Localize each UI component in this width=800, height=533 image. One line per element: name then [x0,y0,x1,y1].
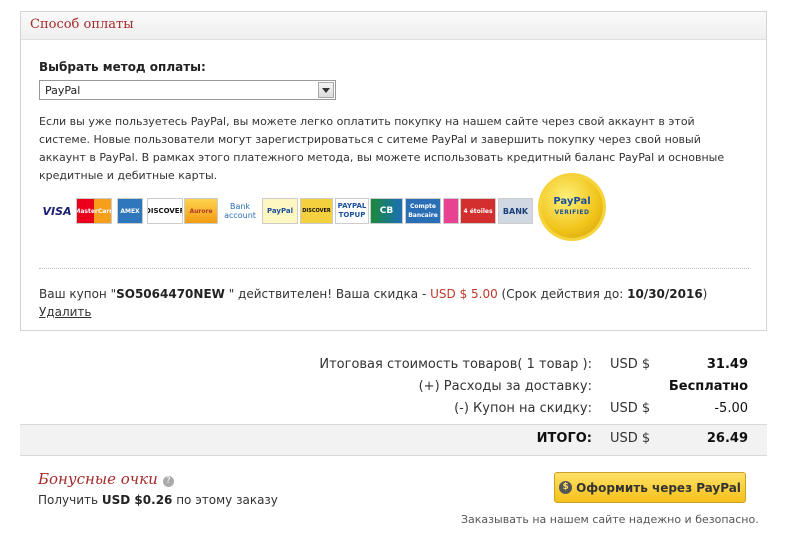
coupon-expiry-prefix: (Срок действия до: [497,287,628,301]
coupon-expiry: 10/30/2016 [627,287,703,301]
paypal-verified-seal: PayPal VERIFIED [541,176,603,238]
shipping-value: Бесплатно [668,379,748,394]
coupon-middle: " действителен! Ваша скидка - [224,287,431,301]
selected-method: PayPal [45,84,81,97]
amex-logo: AMEX [117,198,143,224]
subtotal-label: Итоговая стоимость товаров( 1 товар ): [319,357,592,372]
subtotal-value: 31.49 [706,357,748,372]
compte-bancaire-logo: Compte Bancaire [405,198,441,224]
total-currency: USD $ [610,431,651,446]
method-label: Выбрать метод оплаты: [39,60,206,74]
checkout-button-label: Оформить через PayPal [576,480,741,495]
4-etoiles-logo: 4 étoiles [460,198,496,224]
total-bar [20,424,767,456]
coupon-code: SO5064470NEW [116,287,225,301]
subtotal-currency: USD $ [610,357,651,372]
payment-method-select[interactable]: PayPal [39,80,336,100]
cb-logo: CB [370,198,403,224]
coupon-expiry-suffix: ) [702,287,708,301]
panel-header: Способ оплаты [21,12,766,40]
panel-title: Способ оплаты [30,17,134,32]
help-icon[interactable]: ? [162,476,174,487]
coupon-prefix: Ваш купон " [39,287,117,301]
paypal-topup-logo: PAYPAL TOPUP [335,198,369,224]
shipping-label: (+) Расходы за доставку: [418,379,592,394]
coupon-discount: USD $ 5.00 [430,287,498,301]
total-value: 26.49 [706,431,748,446]
payment-method-panel: Способ оплаты Выбрать метод оплаты: PayP… [20,11,767,331]
chevron-down-icon[interactable] [318,82,334,98]
discover-card-logo: DISCOVER [300,198,333,224]
discover-logo: DISCOVER [147,198,183,224]
divider [39,268,749,269]
checkout-paypal-button[interactable]: $ Оформить через PayPal [554,472,746,503]
bonus-title-text: Бонусные очки [38,470,158,488]
bonus-text-prefix: Получить [38,493,102,507]
remove-coupon-link[interactable]: Удалить [39,305,92,319]
pink-card-icon [443,198,459,224]
visa-logo: VISA [39,198,75,224]
bonus-title: Бонусные очки? [38,470,174,488]
coupon-value: -5.00 [714,401,748,416]
seal-line1: PayPal [553,196,591,207]
safe-order-text: Заказывать на нашем сайте надежно и безо… [461,513,759,526]
method-description: Если вы уже пользуетесь PayPal, вы может… [39,115,725,182]
bank-account-logo: Bank account [220,198,260,224]
paypal-logo: PayPal [262,198,298,224]
bank-logo: BANK [498,198,533,224]
bonus-text-suffix: по этому заказу [172,493,278,507]
seal-line2: VERIFIED [554,209,590,216]
coupon-currency: USD $ [610,401,651,416]
bonus-amount: USD $0.26 [101,493,173,507]
aurore-logo: Aurore [184,198,218,224]
total-label: ИТОГО: [536,431,592,446]
dollar-coin-icon: $ [559,481,573,494]
bonus-text: Получить USD $0.26 по этому заказу [38,493,278,507]
coupon-status: Ваш купон "SO5064470NEW " действителен! … [39,287,707,301]
mastercard-logo: MasterCard [76,198,112,224]
coupon-label: (-) Купон на скидку: [454,401,592,416]
